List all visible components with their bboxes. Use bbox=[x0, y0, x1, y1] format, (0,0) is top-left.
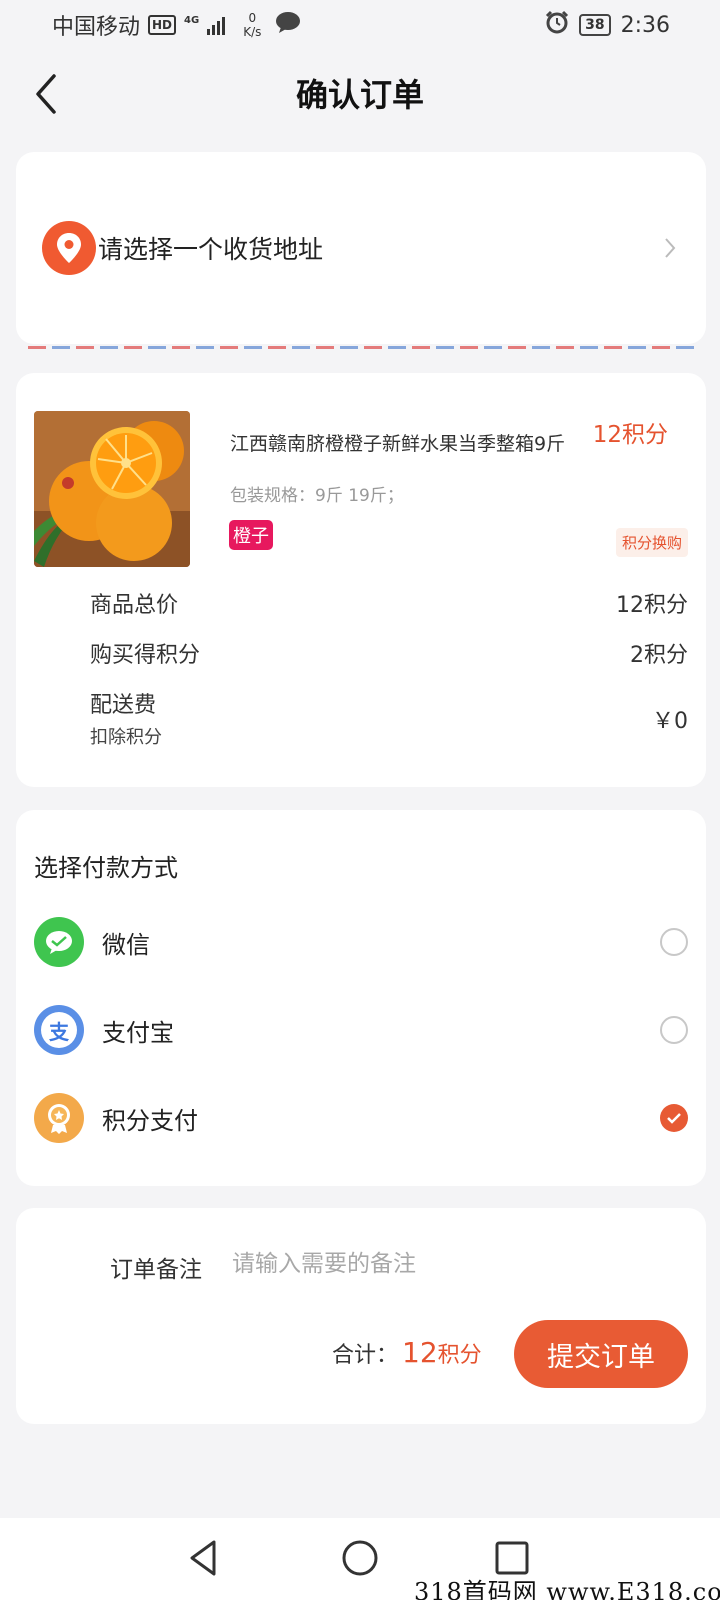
chevron-right-icon bbox=[665, 238, 676, 258]
total-value: 12 bbox=[402, 1336, 438, 1369]
submit-order-button[interactable]: 提交订单 bbox=[514, 1320, 688, 1388]
nav-back-button[interactable] bbox=[184, 1536, 228, 1580]
summary-label: 购买得积分 bbox=[90, 643, 201, 668]
product-price: 12积分 bbox=[592, 422, 668, 448]
radio-alipay[interactable] bbox=[660, 1016, 688, 1044]
note-label: 订单备注 bbox=[110, 1257, 202, 1283]
page-header: 确认订单 bbox=[0, 50, 720, 136]
circle-home-icon bbox=[342, 1540, 378, 1576]
address-divider bbox=[28, 346, 696, 349]
payment-card: 选择付款方式 微信 支 支付宝 积分支付 bbox=[16, 810, 706, 1186]
back-arrow-icon bbox=[36, 74, 56, 114]
product-image[interactable] bbox=[34, 411, 190, 567]
radio-points-checked[interactable] bbox=[660, 1104, 688, 1132]
order-note-card: 订单备注 合计： 12 积分 提交订单 bbox=[16, 1208, 706, 1424]
summary-label: 商品总价 bbox=[90, 593, 179, 618]
summary-value: ￥0 bbox=[652, 709, 688, 734]
status-left: 中国移动 HD 4G 0 K/s bbox=[52, 9, 301, 41]
network-speed: 0 K/s bbox=[243, 11, 261, 39]
note-input[interactable] bbox=[232, 1242, 652, 1286]
carrier-label: 中国移动 bbox=[52, 15, 141, 40]
wechat-icon bbox=[34, 917, 84, 967]
total-label: 合计： bbox=[332, 1343, 399, 1368]
summary-value: 2积分 bbox=[630, 643, 688, 668]
message-icon bbox=[275, 11, 301, 39]
delivery-sub-label: 扣除积分 bbox=[90, 727, 162, 748]
payment-option-points[interactable]: 积分支付 bbox=[34, 1090, 688, 1146]
signal-icon bbox=[207, 15, 226, 35]
payment-label: 微信 bbox=[102, 930, 150, 959]
summary-row-delivery: 配送费 ￥0 bbox=[90, 687, 688, 735]
summary-row-points-earned: 购买得积分 2积分 bbox=[90, 637, 688, 669]
product-card: 江西赣南脐橙橙子新鲜水果当季整箱9斤 包装规格：9斤 19斤； 橙子 12积分 … bbox=[16, 373, 706, 787]
radio-wechat[interactable] bbox=[660, 928, 688, 956]
status-right: 38 2:36 bbox=[545, 10, 670, 40]
triangle-back-icon bbox=[190, 1540, 216, 1576]
back-button[interactable] bbox=[30, 72, 70, 116]
product-spec: 包装规格：9斤 19斤； bbox=[230, 486, 404, 506]
payment-label: 支付宝 bbox=[102, 1018, 174, 1047]
address-selector[interactable]: 请选择一个收货地址 bbox=[16, 152, 706, 344]
hd-icon: HD bbox=[148, 15, 177, 35]
payment-title: 选择付款方式 bbox=[34, 854, 178, 882]
total-unit: 积分 bbox=[437, 1343, 482, 1368]
speed-value: 0 bbox=[248, 11, 257, 25]
points-icon bbox=[34, 1093, 84, 1143]
network-label: 4G bbox=[184, 15, 200, 26]
clock-time: 2:36 bbox=[620, 12, 670, 38]
alarm-icon bbox=[545, 10, 569, 40]
payment-label: 积分支付 bbox=[102, 1106, 198, 1135]
summary-row-total: 商品总价 12积分 bbox=[90, 587, 688, 619]
page-title: 确认订单 bbox=[295, 76, 424, 114]
summary-value: 12积分 bbox=[616, 593, 688, 618]
watermark-text: 318首码网 www.E318.com bbox=[414, 1578, 720, 1600]
exchange-badge: 积分换购 bbox=[615, 528, 688, 557]
product-name[interactable]: 江西赣南脐橙橙子新鲜水果当季整箱9斤 bbox=[230, 429, 570, 459]
payment-option-alipay[interactable]: 支 支付宝 bbox=[34, 1002, 688, 1058]
battery-icon: 38 bbox=[579, 14, 611, 36]
product-tag: 橙子 bbox=[229, 520, 273, 550]
nav-home-button[interactable] bbox=[338, 1536, 382, 1580]
check-icon bbox=[667, 1113, 681, 1124]
status-bar: 中国移动 HD 4G 0 K/s 38 2:36 bbox=[0, 0, 720, 50]
alipay-icon: 支 bbox=[34, 1005, 84, 1055]
speed-unit: K/s bbox=[243, 25, 262, 39]
payment-option-wechat[interactable]: 微信 bbox=[34, 914, 688, 970]
location-pin-icon bbox=[42, 221, 96, 275]
address-placeholder: 请选择一个收货地址 bbox=[98, 235, 324, 264]
order-total: 合计： 12 积分 bbox=[332, 1336, 482, 1369]
